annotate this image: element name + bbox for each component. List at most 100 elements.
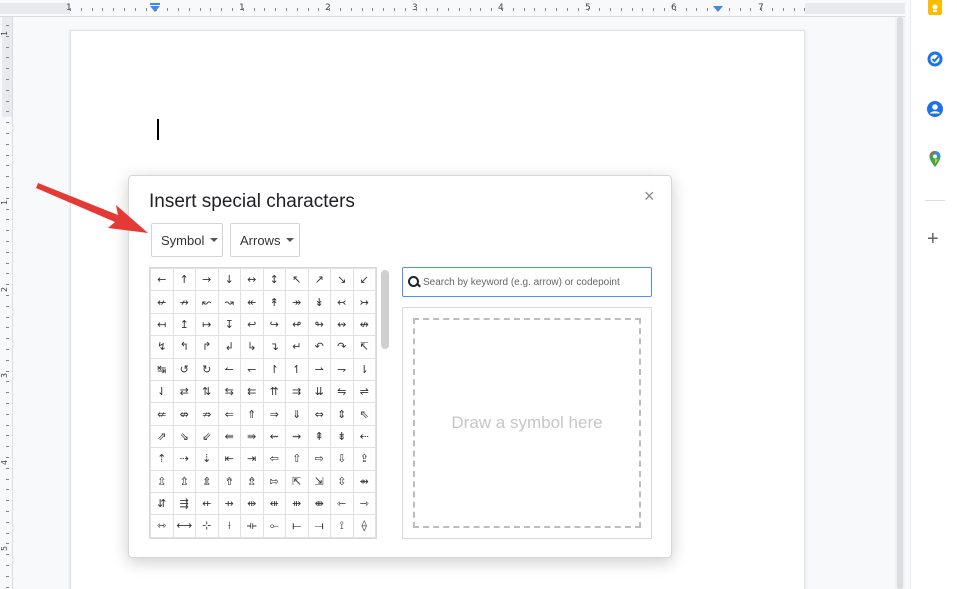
- symbol-cell[interactable]: ⟟: [330, 514, 354, 538]
- symbol-cell[interactable]: ⇶: [172, 491, 196, 516]
- symbol-cell[interactable]: ↔: [240, 268, 264, 292]
- symbol-cell[interactable]: ↶: [307, 335, 331, 359]
- symbol-cell[interactable]: ↖: [285, 268, 309, 292]
- symbol-cell[interactable]: ⇓: [285, 402, 309, 426]
- symbol-cell[interactable]: ↲: [217, 335, 241, 359]
- symbol-cell[interactable]: ⇻: [285, 491, 309, 516]
- symbol-cell[interactable]: ⇜: [262, 424, 286, 449]
- symbol-cell[interactable]: ⟠: [352, 514, 376, 538]
- symbol-cell[interactable]: ⇕: [330, 402, 354, 426]
- symbol-cell[interactable]: ⇦: [262, 447, 286, 471]
- symbol-cell[interactable]: ⇇: [240, 379, 264, 404]
- symbol-cell[interactable]: ⟞: [307, 514, 331, 538]
- symbol-cell[interactable]: →: [195, 268, 219, 292]
- symbol-cell[interactable]: ↑: [172, 268, 196, 292]
- symbol-cell[interactable]: ⇘: [172, 424, 196, 449]
- symbol-cell[interactable]: ↷: [330, 335, 354, 359]
- symbol-cell[interactable]: ⇌: [352, 379, 376, 404]
- symbol-cell[interactable]: ⇄: [172, 379, 196, 404]
- symbol-cell[interactable]: ⇪: [352, 447, 376, 471]
- symbol-cell[interactable]: ⇱: [285, 469, 309, 493]
- symbol-cell[interactable]: ↙: [352, 268, 376, 292]
- symbol-search-input[interactable]: [423, 269, 647, 295]
- symbol-cell[interactable]: ⇾: [352, 491, 376, 516]
- symbol-cell[interactable]: ↛: [172, 290, 196, 314]
- symbol-cell[interactable]: ⇠: [352, 424, 376, 449]
- symbol-cell[interactable]: ↞: [240, 290, 264, 314]
- symbol-cell[interactable]: ⇚: [217, 424, 241, 449]
- symbol-cell[interactable]: ⇮: [217, 469, 241, 493]
- symbol-cell[interactable]: ↺: [172, 357, 196, 381]
- symbol-cell[interactable]: ↠: [285, 290, 309, 314]
- symbol-cell[interactable]: ⇐: [217, 402, 241, 426]
- symbol-cell[interactable]: ⇔: [307, 402, 331, 426]
- add-addon-button[interactable]: +: [927, 229, 939, 249]
- symbol-cell[interactable]: ⇖: [352, 402, 376, 426]
- symbol-cell[interactable]: ↯: [150, 335, 174, 359]
- symbol-cell[interactable]: ⇥: [240, 447, 264, 471]
- symbol-cell[interactable]: ↱: [195, 335, 219, 359]
- symbol-cell[interactable]: ↳: [240, 335, 264, 359]
- symbol-cell[interactable]: ↗: [307, 268, 331, 292]
- symbol-cell[interactable]: ↵: [285, 335, 309, 359]
- vertical-ruler[interactable]: 1 1 2 3 4 5: [0, 17, 13, 589]
- symbol-cell[interactable]: ⇸: [217, 491, 241, 516]
- symbol-cell[interactable]: ⇼: [307, 491, 331, 516]
- draw-canvas[interactable]: Draw a symbol here: [413, 318, 641, 528]
- symbol-cell[interactable]: ↴: [262, 335, 286, 359]
- symbol-cell[interactable]: ⇂: [352, 357, 376, 381]
- symbol-cell[interactable]: ⇀: [307, 357, 331, 381]
- category-dropdown[interactable]: Symbol: [151, 223, 223, 257]
- symbol-cell[interactable]: ⟊: [217, 514, 241, 538]
- symbol-cell[interactable]: ↧: [217, 312, 241, 337]
- tasks-icon[interactable]: [926, 50, 944, 68]
- symbol-cell[interactable]: ⇊: [307, 379, 331, 404]
- symbol-cell[interactable]: ↪: [262, 312, 286, 337]
- keep-icon[interactable]: [926, 0, 944, 17]
- symbol-cell[interactable]: ⇰: [262, 469, 286, 493]
- symbol-cell[interactable]: ⊹: [195, 514, 219, 538]
- maps-icon[interactable]: [926, 150, 944, 168]
- symbol-cell[interactable]: ↕: [262, 268, 286, 292]
- symbol-cell[interactable]: ↹: [150, 357, 174, 381]
- symbol-cell[interactable]: ⇎: [172, 402, 196, 426]
- contacts-icon[interactable]: [926, 100, 944, 118]
- close-button[interactable]: ×: [644, 186, 655, 206]
- symbol-cell[interactable]: ⇉: [285, 379, 309, 404]
- symbol-cell[interactable]: ↘: [330, 268, 354, 292]
- symbol-cell[interactable]: ⟛: [240, 514, 264, 538]
- symbol-cell[interactable]: ⇺: [262, 491, 286, 516]
- symbol-cell[interactable]: ⇹: [240, 491, 264, 516]
- symbol-cell[interactable]: ↻: [195, 357, 219, 381]
- symbol-cell[interactable]: ⇽: [330, 491, 354, 516]
- symbol-grid-scrollbar-thumb[interactable]: [381, 270, 389, 349]
- symbol-cell[interactable]: ⇧: [285, 447, 309, 471]
- symbol-cell[interactable]: ⇲: [307, 469, 331, 493]
- symbol-cell[interactable]: ⇟: [330, 424, 354, 449]
- symbol-cell[interactable]: ⇞: [307, 424, 331, 449]
- symbol-cell[interactable]: ↼: [217, 357, 241, 381]
- symbol-cell[interactable]: ⇫: [150, 469, 174, 493]
- symbol-cell[interactable]: ⇍: [150, 402, 174, 426]
- symbol-cell[interactable]: ↓: [217, 268, 241, 292]
- symbol-cell[interactable]: ⇵: [150, 491, 174, 516]
- symbol-cell[interactable]: ↿: [285, 357, 309, 381]
- symbol-search-box[interactable]: [402, 267, 652, 297]
- symbol-cell[interactable]: ↽: [240, 357, 264, 381]
- symbol-cell[interactable]: ⇛: [240, 424, 264, 449]
- symbol-cell[interactable]: ⇿: [150, 514, 174, 538]
- symbol-cell[interactable]: ⇅: [195, 379, 219, 404]
- symbol-cell[interactable]: ↦: [195, 312, 219, 337]
- symbol-cell[interactable]: ⇃: [150, 379, 174, 404]
- symbol-cell[interactable]: ⇨: [307, 447, 331, 471]
- symbol-cell[interactable]: ↥: [172, 312, 196, 337]
- document-scrollbar-thumb[interactable]: [897, 17, 903, 589]
- symbol-cell[interactable]: ⇬: [172, 469, 196, 493]
- symbol-cell[interactable]: ⇆: [217, 379, 241, 404]
- symbol-cell[interactable]: ⇯: [240, 469, 264, 493]
- symbol-cell[interactable]: ↾: [262, 357, 286, 381]
- first-line-indent-marker[interactable]: [150, 3, 160, 5]
- symbol-cell[interactable]: ←: [150, 268, 174, 292]
- symbol-cell[interactable]: ⇗: [150, 424, 174, 449]
- symbol-cell[interactable]: ⟜: [262, 514, 286, 538]
